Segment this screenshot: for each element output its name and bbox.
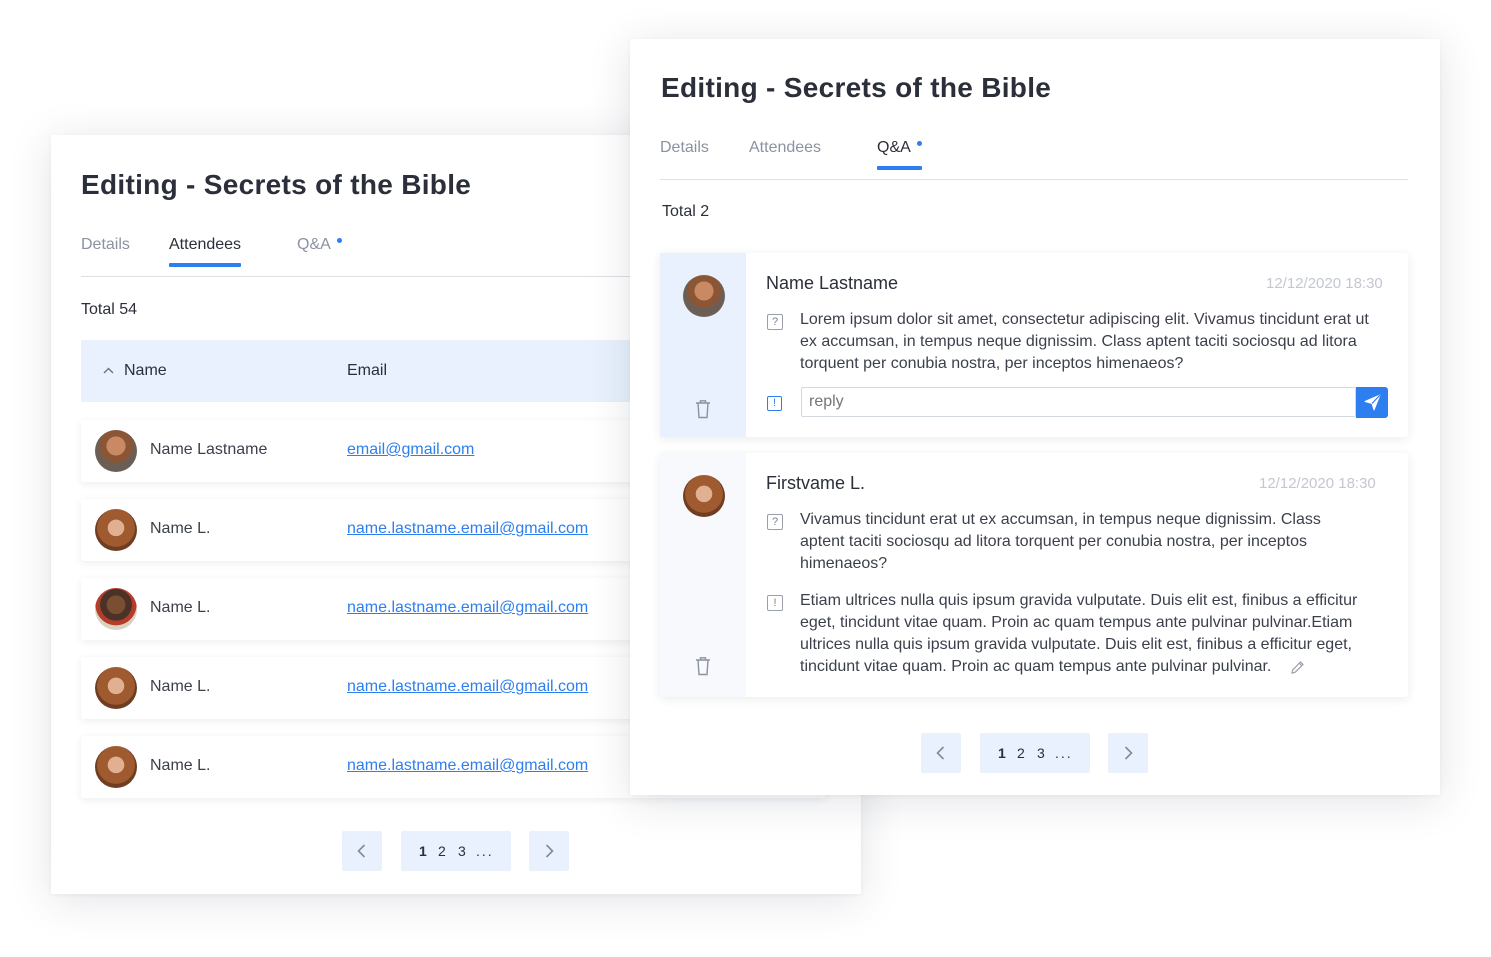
avatar: [95, 746, 137, 788]
avatar: [683, 275, 725, 317]
chevron-right-icon: [1124, 746, 1133, 760]
timestamp: 12/12/2020 18:30: [1259, 475, 1376, 492]
exclamation-icon: !: [767, 595, 783, 611]
page-1-button[interactable]: 1: [998, 745, 1006, 761]
qa-item: Firstvame L. 12/12/2020 18:30 ? Vivamus …: [660, 453, 1408, 697]
attendee-name: Name L.: [150, 599, 211, 616]
author-name: Name Lastname: [766, 273, 899, 293]
page-3-button[interactable]: 3: [458, 843, 466, 859]
next-page-button[interactable]: [529, 831, 569, 871]
page-3-button[interactable]: 3: [1037, 745, 1045, 761]
page-title: Editing - Secrets of the Bible: [81, 169, 472, 200]
page-numbers: 1 2 3 ...: [401, 831, 511, 871]
tab-bar: Details Attendees Q&A: [660, 139, 1408, 180]
next-page-button[interactable]: [1108, 733, 1148, 773]
attendee-email-link[interactable]: name.lastname.email@gmail.com: [347, 599, 588, 617]
page-title: Editing - Secrets of the Bible: [661, 72, 1052, 103]
avatar: [95, 588, 137, 630]
column-email[interactable]: Email: [347, 362, 387, 380]
attendee-email-link[interactable]: name.lastname.email@gmail.com: [347, 520, 588, 538]
question-icon: ?: [767, 514, 783, 530]
new-dot-indicator: [916, 141, 922, 146]
attendee-name: Name L.: [150, 757, 211, 774]
qa-item: Name Lastname 12/12/2020 18:30 ? Lorem i…: [660, 253, 1408, 437]
page-2-button[interactable]: 2: [1017, 745, 1025, 761]
chevron-right-icon: [545, 844, 554, 858]
attendee-email-link[interactable]: email@gmail.com: [347, 441, 474, 459]
tab-qa[interactable]: Q&A: [297, 236, 342, 254]
qa-card: Editing - Secrets of the Bible Details A…: [630, 39, 1440, 795]
attendee-name: Name Lastname: [150, 441, 268, 458]
question-text: Vivamus tincidunt erat ut ex accumsan, i…: [800, 511, 1321, 572]
avatar: [95, 430, 137, 472]
avatar: [95, 667, 137, 709]
active-tab-indicator: [169, 263, 242, 267]
timestamp: 12/12/2020 18:30: [1266, 275, 1383, 292]
prev-page-button[interactable]: [342, 831, 382, 871]
tab-details[interactable]: Details: [660, 139, 709, 157]
tab-attendees[interactable]: Attendees: [169, 236, 242, 267]
avatar: [95, 509, 137, 551]
prev-page-button[interactable]: [921, 733, 961, 773]
pagination: 1 2 3 ...: [342, 831, 572, 871]
author-name: Firstvame L.: [766, 473, 866, 493]
trash-icon[interactable]: [695, 399, 711, 419]
total-count: Total 54: [81, 301, 138, 318]
attendee-email-link[interactable]: name.lastname.email@gmail.com: [347, 678, 588, 696]
total-count: Total 2: [662, 203, 710, 220]
column-name[interactable]: Name: [124, 362, 167, 380]
tab-attendees[interactable]: Attendees: [749, 139, 821, 157]
chevron-up-icon[interactable]: [103, 367, 114, 374]
send-button[interactable]: [1356, 387, 1388, 418]
attendee-name: Name L.: [150, 678, 211, 695]
tab-details[interactable]: Details: [81, 236, 130, 254]
reply-input[interactable]: [801, 387, 1356, 417]
attendee-name: Name L.: [150, 520, 211, 537]
avatar: [683, 475, 725, 517]
page-ellipsis[interactable]: ...: [1055, 745, 1073, 761]
question-icon: ?: [767, 314, 783, 330]
new-dot-indicator: [336, 238, 342, 243]
page-1-button[interactable]: 1: [419, 843, 427, 859]
pagination: 1 2 3 ...: [921, 733, 1151, 773]
exclamation-icon: !: [767, 396, 782, 411]
attendee-email-link[interactable]: name.lastname.email@gmail.com: [347, 757, 588, 775]
pencil-icon[interactable]: [1290, 660, 1305, 675]
send-icon: [1364, 394, 1381, 411]
chevron-left-icon: [357, 844, 366, 858]
table-header: Name Email: [81, 340, 641, 402]
active-tab-indicator: [877, 166, 922, 170]
page-ellipsis[interactable]: ...: [476, 843, 494, 859]
page-numbers: 1 2 3 ...: [980, 733, 1090, 773]
tab-qa[interactable]: Q&A: [877, 139, 922, 170]
trash-icon[interactable]: [695, 656, 711, 676]
page-2-button[interactable]: 2: [438, 843, 446, 859]
chevron-left-icon: [936, 746, 945, 760]
question-text: Lorem ipsum dolor sit amet, consectetur …: [800, 311, 1369, 372]
